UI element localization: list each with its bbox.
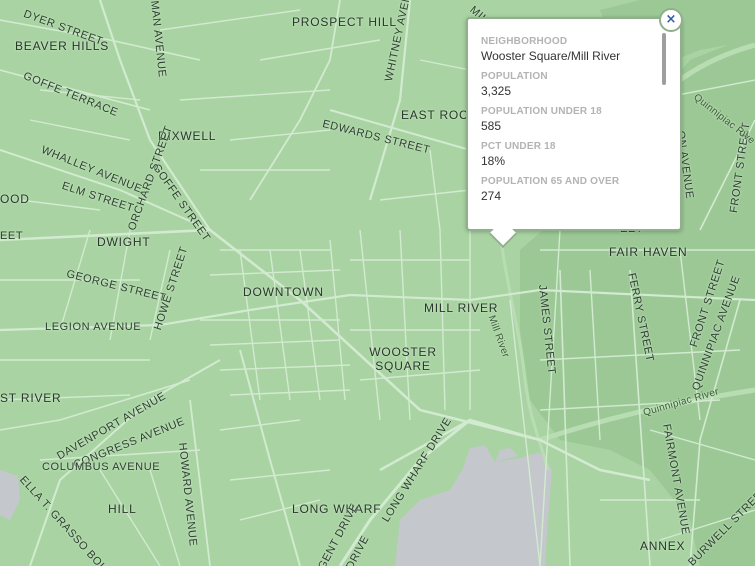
field-value: 274 <box>481 189 502 203</box>
neighborhood-label: LONG WHARF <box>292 502 382 516</box>
neighborhood-label: ST RIVER <box>0 391 62 405</box>
field-label: NEIGHBORHOOD <box>481 36 568 47</box>
neighborhood-label: HILL <box>108 502 137 516</box>
neighborhood-label: PROSPECT HILL <box>292 15 397 29</box>
field-value: Wooster Square/Mill River <box>481 49 621 63</box>
neighborhood-label: DWIGHT <box>97 235 151 249</box>
neighborhood-label: MILL RIVER <box>424 301 499 315</box>
street-label: EET <box>0 230 24 242</box>
popup-content[interactable]: NEIGHBORHOOD Wooster Square/Mill River P… <box>481 35 656 215</box>
map-canvas[interactable]: PROSPECT HILL BEAVER HILLS DIXWELL DWIGH… <box>0 0 755 566</box>
field-value: 3,325 <box>481 84 512 98</box>
popup-field: POPULATION 65 AND OVER 274 <box>481 175 656 204</box>
close-button[interactable]: × <box>659 8 683 32</box>
info-popup: × NEIGHBORHOOD Wooster Square/Mill River… <box>466 8 683 249</box>
popup-field: POPULATION UNDER 18 585 <box>481 105 656 134</box>
field-label: POPULATION 65 AND OVER <box>481 176 620 187</box>
neighborhood-label: WOOSTER SQUARE <box>369 345 437 373</box>
neighborhood-label: ANNEX <box>640 539 686 553</box>
field-label: POPULATION <box>481 71 548 82</box>
field-value: 18% <box>481 154 506 168</box>
neighborhood-label: OOD <box>0 192 30 206</box>
field-label: PCT UNDER 18 <box>481 141 556 152</box>
popup-field: POPULATION 3,325 <box>481 70 656 99</box>
neighborhood-label: FAIR HAVEN <box>609 245 688 259</box>
field-label: POPULATION UNDER 18 <box>481 106 602 117</box>
street-label: COLUMBUS AVENUE <box>42 461 161 473</box>
field-value: 585 <box>481 119 502 133</box>
street-label: LEGION AVENUE <box>45 321 142 333</box>
popup-field: PCT UNDER 18 18% <box>481 140 656 169</box>
popup-field: NEIGHBORHOOD Wooster Square/Mill River <box>481 35 656 64</box>
popup-scrollbar[interactable] <box>662 33 666 85</box>
neighborhood-label: DOWNTOWN <box>243 285 324 299</box>
